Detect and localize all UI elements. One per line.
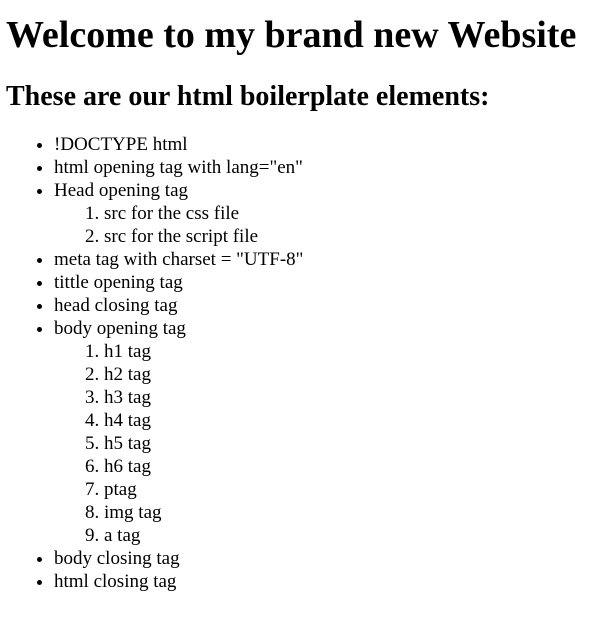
list-item-title-opening: tittle opening tag bbox=[54, 271, 615, 294]
sub-list-item: h3 tag bbox=[104, 386, 615, 409]
sub-list-item: h4 tag bbox=[104, 409, 615, 432]
list-item-label: body closing tag bbox=[54, 548, 180, 569]
sub-list-item: src for the css file bbox=[104, 202, 615, 225]
list-item-meta: meta tag with charset = "UTF-8" bbox=[54, 248, 615, 271]
list-item-head-closing: head closing tag bbox=[54, 294, 615, 317]
list-item-label: html closing tag bbox=[54, 571, 177, 592]
sub-list-item: img tag bbox=[104, 501, 615, 524]
list-item-html-closing: html closing tag bbox=[54, 570, 615, 593]
list-item-doctype: !DOCTYPE html bbox=[54, 133, 615, 156]
sub-list-item: ptag bbox=[104, 478, 615, 501]
boilerplate-list: !DOCTYPE html html opening tag with lang… bbox=[6, 133, 615, 593]
list-item-label: tittle opening tag bbox=[54, 272, 183, 293]
sub-list-item: h5 tag bbox=[104, 432, 615, 455]
page-title: Welcome to my brand new Website bbox=[6, 14, 577, 56]
sub-list-item: h6 tag bbox=[104, 455, 615, 478]
sub-list-item: h1 tag bbox=[104, 340, 615, 363]
page-content: Welcome to my brand new Website These ar… bbox=[0, 13, 615, 593]
list-item-label: body opening tag bbox=[54, 318, 186, 339]
list-item-label: Head opening tag bbox=[54, 180, 189, 201]
list-item-label: head closing tag bbox=[54, 295, 178, 316]
body-sub-list: h1 tag h2 tag h3 tag h4 tag h5 tag h6 ta… bbox=[54, 340, 615, 547]
list-item-label: !DOCTYPE html bbox=[54, 134, 188, 155]
head-sub-list: src for the css file src for the script … bbox=[54, 202, 615, 248]
list-item-html-opening: html opening tag with lang="en" bbox=[54, 156, 615, 179]
sub-list-item: a tag bbox=[104, 524, 615, 547]
list-item-label: meta tag with charset = "UTF-8" bbox=[54, 249, 304, 270]
list-item-body-opening: body opening tag h1 tag h2 tag h3 tag h4… bbox=[54, 317, 615, 547]
list-item-label: html opening tag with lang="en" bbox=[54, 157, 303, 178]
sub-list-item: src for the script file bbox=[104, 225, 615, 248]
list-item-head-opening: Head opening tag src for the css file sr… bbox=[54, 179, 615, 248]
list-item-body-closing: body closing tag bbox=[54, 547, 615, 570]
section-heading: These are our html boilerplate elements: bbox=[6, 81, 490, 112]
sub-list-item: h2 tag bbox=[104, 363, 615, 386]
